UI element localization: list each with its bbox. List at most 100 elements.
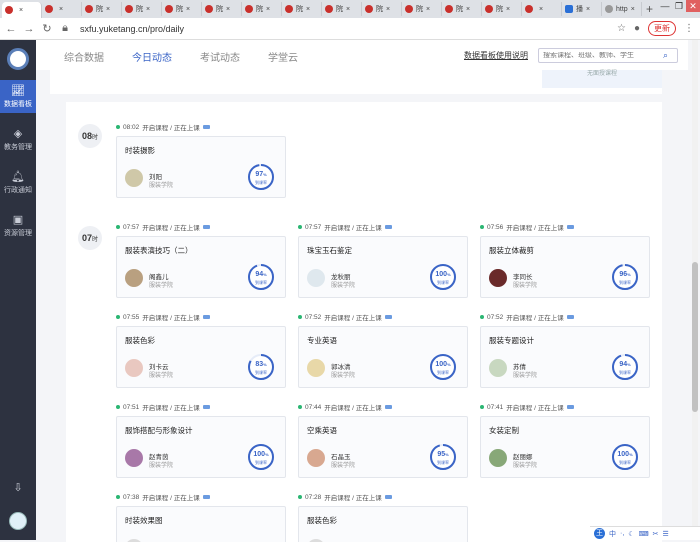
class-card[interactable]: 专业英语郭冰清服装学院100%到课率 [298, 326, 468, 388]
class-card[interactable]: 服装色彩刘卡云服装学院83%到课率 [116, 326, 286, 388]
avatar[interactable] [9, 512, 27, 530]
browser-tab[interactable]: 播× [562, 2, 602, 16]
class-card[interactable]: 空乘英语石晶玉服装学院95%到课率 [298, 416, 468, 478]
scissors-icon[interactable]: ✂ [653, 530, 659, 538]
browser-tab[interactable]: 院× [362, 2, 402, 16]
class-card[interactable]: 服装专题设计苏倩服装学院94%到课率 [480, 326, 650, 388]
sidebar-item[interactable]: ◈教务管理 [0, 123, 36, 156]
browser-tab[interactable]: 院× [282, 2, 322, 16]
sidebar-item[interactable]: 📈︎数据看板 [0, 80, 36, 113]
address-bar[interactable]: sxfu.yuketang.cn/pro/daily [80, 24, 617, 34]
close-icon[interactable]: × [586, 6, 590, 13]
close-icon[interactable]: × [346, 6, 350, 13]
new-tab-icon[interactable]: + [646, 2, 653, 16]
search-icon[interactable]: ⌕ [663, 50, 668, 61]
class-status: 07:41开启课程 / 正在上课 [480, 402, 652, 412]
browser-tab[interactable]: http× [602, 2, 642, 16]
class-card[interactable]: 服装表演技巧（二）阁鑫儿服装学院94%到课率 [116, 236, 286, 298]
search-box[interactable]: ⌕ [538, 48, 678, 63]
scrollbar-thumb[interactable] [692, 262, 698, 412]
browser-tab[interactable]: 院× [242, 2, 282, 16]
sidebar-item[interactable]: 🔔︎行政通知 [0, 166, 36, 199]
browser-tab[interactable]: 院× [82, 2, 122, 16]
class-card[interactable]: 珠宝玉石鉴定龙秋丽服装学院100%到课率 [298, 236, 468, 298]
keyboard-icon[interactable]: ⌨ [639, 530, 649, 538]
browser-tab[interactable]: 院× [162, 2, 202, 16]
skin-icon[interactable]: ☰ [663, 530, 669, 538]
timeline-panel: 08时07时08:02开启课程 / 正在上课时装摄影刘阳服装学院97%到课率07… [66, 102, 662, 542]
guide-link[interactable]: 数据看板使用说明 [464, 50, 528, 61]
nav-tab[interactable]: 今日动态 [132, 47, 172, 64]
live-badge-icon [203, 405, 210, 409]
rain-classroom-icon [205, 5, 213, 13]
close-icon[interactable]: × [631, 6, 635, 13]
ime-chinese-mode-icon[interactable]: 中 [609, 529, 616, 539]
close-icon[interactable]: × [226, 6, 230, 13]
rain-classroom-icon [165, 5, 173, 13]
class-card[interactable]: 服装立体裁剪李同长服装学院96%到课率 [480, 236, 650, 298]
live-dot-icon [298, 495, 302, 499]
attendance-percent: 100% [247, 451, 275, 458]
search-input[interactable] [539, 52, 663, 59]
close-icon[interactable]: × [266, 6, 270, 13]
back-icon[interactable]: ← [4, 23, 18, 35]
moon-icon[interactable]: ☾ [628, 530, 634, 538]
update-button[interactable]: 更新 [648, 21, 676, 36]
browser-tab[interactable]: 院× [122, 2, 162, 16]
close-icon[interactable]: × [386, 6, 390, 13]
class-status: 07:51开启课程 / 正在上课 [116, 402, 288, 412]
close-icon[interactable]: × [466, 6, 470, 13]
browser-tab[interactable]: 院× [322, 2, 362, 16]
ime-icon[interactable]: 王 [594, 528, 605, 539]
reload-icon[interactable]: ↻ [40, 22, 54, 35]
browser-tab[interactable]: × [2, 2, 42, 18]
sidebar-item[interactable]: ▣资源管理 [0, 209, 36, 242]
lock-icon[interactable]: 🔒︎ [58, 22, 72, 35]
attendance-ring: 100%到课率 [429, 353, 457, 381]
browser-tab[interactable]: × [522, 2, 562, 16]
browser-tab[interactable]: 院× [442, 2, 482, 16]
status-text: 开启课程 / 正在上课 [324, 492, 381, 502]
close-icon[interactable]: × [146, 6, 150, 13]
close-icon[interactable]: × [19, 7, 23, 14]
nav-tab[interactable]: 综合数据 [64, 47, 104, 64]
browser-tab[interactable]: 院× [482, 2, 522, 16]
close-icon[interactable]: × [306, 6, 310, 13]
live-badge-icon [567, 405, 574, 409]
class-card[interactable]: 时装摄影刘阳服装学院97%到课率 [116, 136, 286, 198]
profile-icon[interactable]: ● [634, 23, 640, 34]
browser-tab-label: 播 [576, 4, 583, 14]
close-icon[interactable]: ✕ [686, 0, 700, 12]
close-icon[interactable]: × [539, 6, 543, 13]
class-card[interactable]: 服饰搭配与形象设计赵青茵服装学院100%到课率 [116, 416, 286, 478]
browser-tab[interactable]: 院× [402, 2, 442, 16]
class-time: 07:41 [487, 404, 503, 411]
bookmark-star-icon[interactable]: ☆ [617, 23, 626, 34]
percent-sign: % [447, 362, 451, 367]
department: 服装学院 [149, 370, 173, 379]
class-entry: 07:57开启课程 / 正在上课珠宝玉石鉴定龙秋丽服装学院100%到课率 [298, 222, 470, 298]
minimize-icon[interactable]: — [658, 0, 672, 12]
scrollbar[interactable] [692, 40, 698, 540]
restore-icon[interactable]: ❐ [672, 0, 686, 12]
download-icon[interactable]: ⇩ [0, 481, 36, 494]
menu-icon[interactable]: ⋮ [684, 23, 694, 34]
browser-tab[interactable]: × [42, 2, 82, 16]
close-icon[interactable]: × [59, 6, 63, 13]
nav-tab[interactable]: 考试动态 [200, 47, 240, 64]
punctuation-icon[interactable]: ·, [620, 530, 624, 537]
avatar [489, 449, 507, 467]
attendance-label: 到课率 [429, 460, 457, 466]
class-entry: 07:44开启课程 / 正在上课空乘英语石晶玉服装学院95%到课率 [298, 402, 470, 478]
nav-tab[interactable]: 学堂云 [268, 47, 298, 64]
class-card[interactable]: 服装色彩 [298, 506, 468, 542]
class-card[interactable]: 时装效果图 [116, 506, 286, 542]
course-name: 服饰搭配与形象设计 [125, 425, 193, 436]
close-icon[interactable]: × [186, 6, 190, 13]
forward-icon[interactable]: → [22, 23, 36, 35]
close-icon[interactable]: × [426, 6, 430, 13]
close-icon[interactable]: × [106, 6, 110, 13]
close-icon[interactable]: × [506, 6, 510, 13]
class-card[interactable]: 女装定制赵丽娜服装学院100%到课率 [480, 416, 650, 478]
browser-tab[interactable]: 院× [202, 2, 242, 16]
